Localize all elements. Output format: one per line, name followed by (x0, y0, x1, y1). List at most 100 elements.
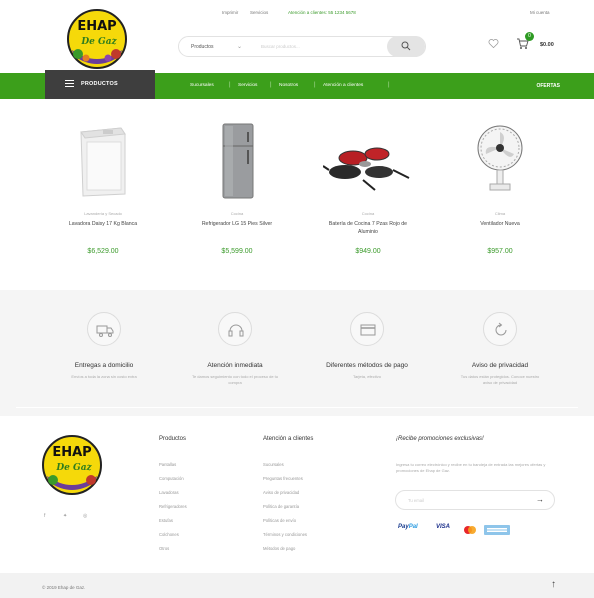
product-price: $6,529.00 (87, 248, 119, 255)
paypal-text-a: Pay (398, 524, 409, 530)
main-nav: PRODUCTOS Sucursales | Servicios | Nosot… (0, 70, 594, 99)
logo-text: EHAP (52, 445, 91, 460)
refresh-icon (495, 322, 507, 336)
credit-card-icon (360, 324, 376, 336)
heart-icon[interactable] (488, 38, 499, 49)
instagram-icon[interactable]: ◎ (83, 513, 87, 519)
footer-link[interactable]: Otros (159, 546, 169, 551)
amex-logo (484, 525, 510, 535)
paypal-logo: PayPal (398, 524, 418, 534)
feature-title: Atención inmediata (207, 362, 263, 369)
footer-link[interactable]: Aviso de privacidad (263, 490, 299, 495)
product-name[interactable]: Batería de Cocina 7 Pzas Rojo de Alumini… (303, 220, 433, 236)
cart-total[interactable]: $0.00 (540, 42, 554, 48)
feature-desc: Envíos a toda la zona sin costo extra (71, 374, 137, 379)
product-card[interactable]: Cocina Batería de Cocina 7 Pzas Rojo de … (303, 120, 433, 255)
products-menu-label: PRODUCTOS (81, 81, 118, 87)
search-input[interactable]: Buscar productos... (261, 44, 300, 49)
footer-link[interactable]: Colchones (159, 532, 179, 537)
product-card[interactable]: Cocina Refrigerador LG 15 Pies Silver $5… (172, 120, 302, 255)
util-account[interactable]: Mi cuenta (530, 10, 550, 15)
footer-link[interactable]: Refrigeradores (159, 504, 187, 509)
hamburger-icon (65, 80, 74, 87)
feature-desc: Te damos seguimiento con todo el proceso… (191, 374, 279, 385)
feature-desc: Tarjeta, efectivo (352, 374, 381, 379)
search-icon (401, 41, 411, 51)
nav-offers-link[interactable]: OFERTAS (536, 83, 560, 89)
product-card[interactable]: Clima Ventilador Nueva $957.00 (435, 120, 565, 255)
product-card[interactable]: Lavandería y Secado Lavadora Daisy 17 Kg… (38, 120, 168, 255)
products-menu-button[interactable]: PRODUCTOS (45, 70, 155, 99)
product-image-washer[interactable] (38, 120, 168, 200)
divider (16, 407, 578, 408)
footer-logo[interactable]: EHAP De Gaz (41, 434, 103, 496)
product-category: Cocina (361, 211, 375, 216)
product-category: Cocina (230, 211, 244, 216)
footer-link[interactable]: Métodos de pago (263, 546, 295, 551)
paypal-text-b: Pal (408, 524, 418, 530)
feature-title: Diferentes métodos de pago (326, 362, 408, 369)
nav-separator: | (314, 82, 316, 88)
util-link-1[interactable]: Imprimir (222, 10, 238, 15)
product-name[interactable]: Ventilador Nueva (435, 220, 565, 228)
search-bar[interactable]: Productos ⌄ Buscar productos... (178, 36, 426, 57)
product-name[interactable]: Refrigerador LG 15 Pies Silver (172, 220, 302, 228)
nav-separator: | (388, 82, 390, 88)
truck-icon (96, 325, 114, 337)
feature-title: Entregas a domicilio (74, 362, 134, 369)
nav-link-servicios[interactable]: Servicios (238, 83, 257, 88)
twitter-icon[interactable]: ✦ (63, 513, 67, 519)
product-image-refrigerator[interactable] (172, 120, 302, 200)
facebook-icon[interactable]: f (44, 513, 45, 519)
feature-privacy: Aviso de privacidad Tus datos están prot… (430, 312, 570, 386)
product-category: Lavandería y Secado (84, 211, 122, 216)
feature-desc: Tus datos están protegidos. Conoce nuest… (460, 374, 540, 385)
feature-payment: Diferentes métodos de pago Tarjeta, efec… (297, 312, 437, 380)
nav-link-sucursales[interactable]: Sucursales (190, 83, 214, 88)
footer-link[interactable]: Términos y condiciones (263, 532, 307, 537)
product-name[interactable]: Lavadora Daisy 17 Kg Blanca (38, 220, 168, 228)
product-image-fan[interactable] (435, 120, 565, 200)
feature-support: Atención inmediata Te damos seguimiento … (165, 312, 305, 386)
footer-link[interactable]: Pantallas (159, 462, 176, 467)
footer-link[interactable]: Lavadoras (159, 490, 179, 495)
mastercard-logo (464, 526, 476, 534)
chevron-down-icon[interactable]: ⌄ (237, 43, 242, 50)
search-category[interactable]: Productos (191, 44, 214, 50)
footer-col-products-title: Productos (159, 436, 187, 442)
copyright: © 2019 Ehap de Gaz. (42, 585, 86, 590)
product-image-cookware[interactable] (303, 120, 433, 200)
cart-count-badge: 0 (525, 32, 534, 41)
footer-link[interactable]: Computación (159, 476, 184, 481)
footer-link[interactable]: Política de garantía (263, 504, 299, 509)
nav-link-atencion[interactable]: Atención a clientes (323, 83, 363, 88)
footer-link[interactable]: Preguntas frecuentes (263, 476, 303, 481)
arrow-right-icon[interactable]: → (536, 495, 544, 504)
nav-separator: | (270, 82, 272, 88)
search-button[interactable] (387, 36, 425, 57)
util-link-2[interactable]: Servicios (250, 10, 268, 15)
product-price: $957.00 (487, 248, 513, 255)
product-price: $5,599.00 (221, 248, 253, 255)
util-phone[interactable]: Atención a clientes: 55 1234 5678 (288, 10, 356, 15)
newsletter-text: Ingresa tu correo electrónico y recibe e… (396, 462, 546, 473)
nav-separator: | (229, 82, 231, 88)
feature-delivery: Entregas a domicilio Envíos a toda la zo… (34, 312, 174, 380)
nav-link-nosotros[interactable]: Nosotros (279, 83, 298, 88)
logo-text: EHAP (77, 19, 116, 34)
feature-title: Aviso de privacidad (471, 362, 529, 369)
visa-logo: VISA (436, 524, 451, 530)
logo-sub: De Gaz (55, 463, 92, 473)
brand-logo[interactable]: EHAP De Gaz (66, 8, 128, 70)
headset-icon (228, 324, 244, 337)
footer-link[interactable]: Estufas (159, 518, 173, 523)
footer-col-support-title: Atención a clientes (263, 436, 314, 442)
product-category: Clima (494, 211, 506, 216)
back-to-top-icon[interactable]: ↑ (551, 579, 556, 590)
email-placeholder[interactable]: Tu email (408, 498, 424, 503)
footer-link[interactable]: Sucursales (263, 462, 284, 467)
logo-sub: De Gaz (80, 37, 117, 47)
footer-link[interactable]: Políticas de envío (263, 518, 296, 523)
newsletter-email-field[interactable]: Tu email → (395, 490, 555, 510)
features-section: Entregas a domicilio Envíos a toda la zo… (0, 290, 594, 416)
